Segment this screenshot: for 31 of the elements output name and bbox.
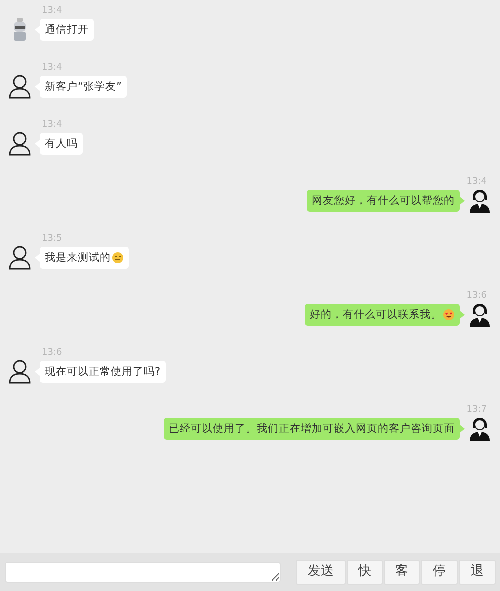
user-avatar-icon bbox=[8, 359, 32, 385]
toolbar-button[interactable]: 快 bbox=[347, 560, 383, 584]
agent-avatar-icon bbox=[468, 416, 492, 442]
message-time: 13:4 bbox=[466, 177, 487, 187]
agent-avatar-icon bbox=[468, 302, 492, 328]
message-time: 13:4 bbox=[42, 120, 62, 130]
message-text: 网友您好，有什么可以帮您的 bbox=[312, 194, 455, 209]
message-text: 我是来测试的 bbox=[45, 251, 111, 266]
message-time: 13:4 bbox=[42, 63, 62, 73]
toolbar-button[interactable]: 客 bbox=[384, 560, 420, 584]
message-text: 通信打开 bbox=[45, 23, 89, 38]
message-time: 13:6 bbox=[466, 291, 487, 301]
user-avatar-icon bbox=[8, 245, 32, 271]
smile-emoji-icon bbox=[112, 252, 124, 264]
user-avatar-icon bbox=[8, 74, 32, 100]
message-time: 13:5 bbox=[42, 234, 62, 244]
user-avatar-icon bbox=[8, 131, 32, 157]
toolbar-button[interactable]: 停 bbox=[421, 560, 458, 584]
agent-avatar-icon bbox=[468, 188, 492, 214]
message-text: 已经可以使用了。我们正在增加可嵌入网页的客户咨询页面 bbox=[169, 422, 455, 437]
message-time: 13:7 bbox=[466, 405, 487, 415]
message-text: 有人吗 bbox=[45, 137, 78, 152]
message-text: 新客户“张学友” bbox=[45, 80, 122, 95]
message-time: 13:4 bbox=[42, 6, 62, 16]
heart-eyes-emoji-icon bbox=[443, 309, 455, 321]
message-input[interactable] bbox=[5, 562, 281, 582]
message-time: 13:6 bbox=[42, 348, 62, 358]
toolbar-button[interactable]: 发送 bbox=[296, 560, 346, 584]
message-text: 现在可以正常使用了吗? bbox=[45, 365, 161, 380]
message-text: 好的，有什么可以联系我。 bbox=[310, 308, 442, 323]
toolbar-button[interactable]: 退 bbox=[459, 560, 496, 584]
